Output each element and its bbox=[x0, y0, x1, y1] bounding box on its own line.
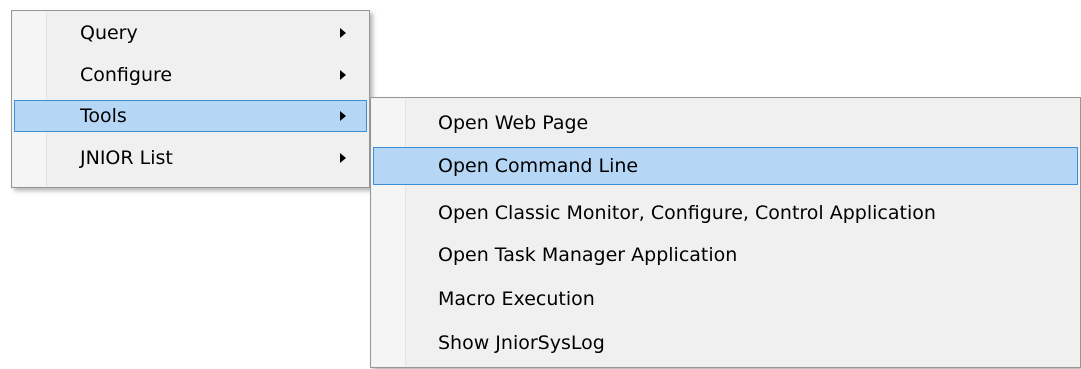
menu-item-tools[interactable]: Tools bbox=[14, 100, 367, 132]
menu-item-open-task-manager[interactable]: Open Task Manager Application bbox=[373, 236, 1078, 274]
submenu-arrow-icon bbox=[340, 70, 346, 80]
menu-item-label: Open Classic Monitor, Configure, Control… bbox=[438, 201, 936, 224]
submenu-arrow-icon bbox=[340, 111, 346, 121]
menu-item-label: Configure bbox=[80, 63, 173, 86]
menu-item-label: Open Command Line bbox=[438, 154, 639, 177]
menu-item-label: Open Web Page bbox=[438, 111, 589, 134]
menu-item-label: JNIOR List bbox=[80, 146, 173, 169]
menu-item-query[interactable]: Query bbox=[14, 17, 367, 49]
menu-item-label: Open Task Manager Application bbox=[438, 243, 738, 266]
menu-item-label: Tools bbox=[80, 104, 127, 127]
menu-item-label: Show JniorSysLog bbox=[438, 331, 605, 354]
submenu-arrow-icon bbox=[340, 28, 346, 38]
menu-item-open-command-line[interactable]: Open Command Line bbox=[373, 147, 1078, 185]
menu-item-label: Macro Execution bbox=[438, 287, 595, 310]
menu-item-configure[interactable]: Configure bbox=[14, 59, 367, 91]
menu-item-open-classic-monitor[interactable]: Open Classic Monitor, Configure, Control… bbox=[373, 194, 1078, 232]
menu-item-show-jniorsyslog[interactable]: Show JniorSysLog bbox=[373, 324, 1078, 362]
menu-item-label: Query bbox=[80, 21, 138, 44]
context-menu: Query Configure Tools JNIOR List bbox=[11, 10, 370, 188]
menu-item-open-web-page[interactable]: Open Web Page bbox=[373, 104, 1078, 142]
menu-item-macro-execution[interactable]: Macro Execution bbox=[373, 280, 1078, 318]
menu-item-jnior-list[interactable]: JNIOR List bbox=[14, 142, 367, 174]
submenu-arrow-icon bbox=[340, 153, 346, 163]
tools-submenu: Open Web Page Open Command Line Open Cla… bbox=[370, 97, 1081, 368]
